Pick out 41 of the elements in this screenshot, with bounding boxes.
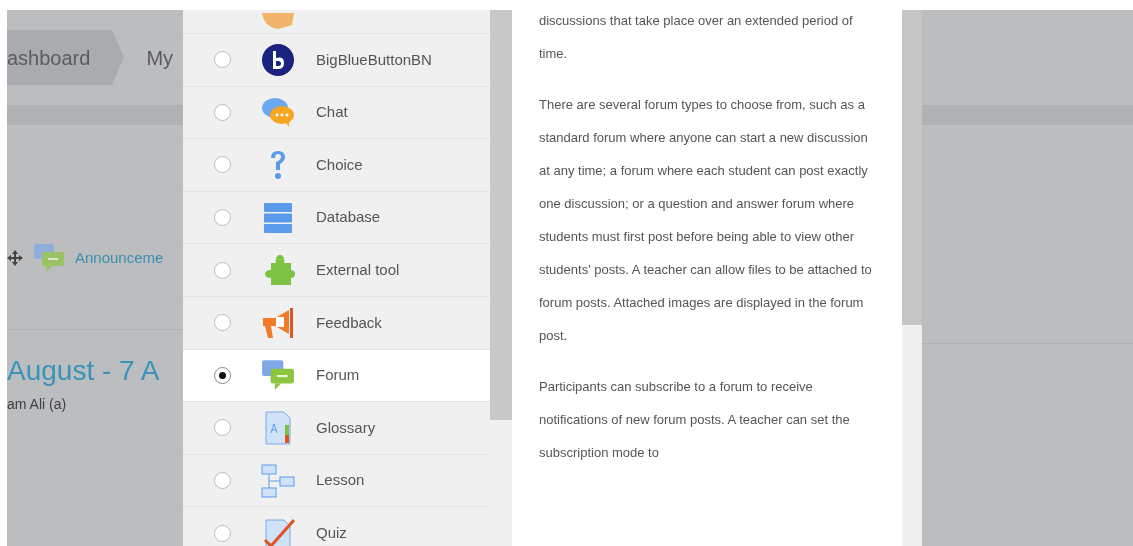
description-paragraph: Participants can subscribe to a forum to receive notifications of new forum posts. A teacher can set the subscription mode to: [539, 378, 851, 462]
scrollbar[interactable]: [902, 10, 922, 546]
breadcrumb-item[interactable]: My: [146, 42, 174, 73]
radio-button[interactable]: [214, 51, 231, 69]
checked-page-icon: [261, 516, 295, 546]
description-paragraph: discussions that take place over an extended period of time.: [539, 12, 854, 63]
radio-button[interactable]: [214, 209, 231, 227]
module-label: Choice: [316, 154, 363, 175]
module-label: Quiz: [316, 522, 347, 543]
section-note: am Ali (a): [7, 395, 68, 414]
module-option[interactable]: [183, 10, 490, 34]
module-label: Glossary: [316, 417, 376, 438]
module-label: External tool: [316, 259, 400, 280]
radio-button[interactable]: [214, 366, 231, 384]
module-option[interactable]: Forum: [183, 349, 490, 403]
radio-button[interactable]: [214, 524, 231, 542]
question-mark-icon: [268, 149, 288, 181]
radio-button[interactable]: [214, 314, 231, 332]
radio-button[interactable]: [214, 261, 231, 279]
chat-bubbles-icon: [261, 359, 295, 392]
description-paragraph: There are several forum types to choose from, such as a standard forum where anyone can start a new discussion at any time; a forum where each student can post exactly one discussion; or a question and answer forum where students must first post before being able to view other students' posts. A teacher can allow files to be attached to forum posts. Attached images are displayed in the forum post.: [539, 96, 873, 345]
scrollbar[interactable]: [490, 10, 512, 546]
module-label: Lesson: [316, 470, 365, 491]
chat-bubbles-icon: [261, 96, 295, 129]
radio-button[interactable]: [214, 472, 231, 490]
radio-button[interactable]: [214, 103, 231, 121]
database-icon: [263, 201, 293, 234]
chat-bubbles-icon: [33, 243, 65, 273]
move-icon[interactable]: [7, 250, 23, 266]
radio-button[interactable]: [214, 156, 231, 174]
module-label: Chat: [316, 102, 348, 123]
module-label: Database: [316, 207, 381, 228]
radio-button[interactable]: [214, 419, 231, 437]
section-title: August - 7 A: [7, 354, 161, 388]
module-label: BigBlueButtonBN: [316, 49, 432, 70]
module-label: Feedback: [316, 312, 382, 333]
megaphone-icon: [261, 305, 295, 340]
flowchart-icon: [261, 463, 295, 498]
module-label: Forum: [316, 365, 360, 386]
document-icon: [263, 410, 293, 445]
letter-b-icon: [262, 43, 294, 76]
